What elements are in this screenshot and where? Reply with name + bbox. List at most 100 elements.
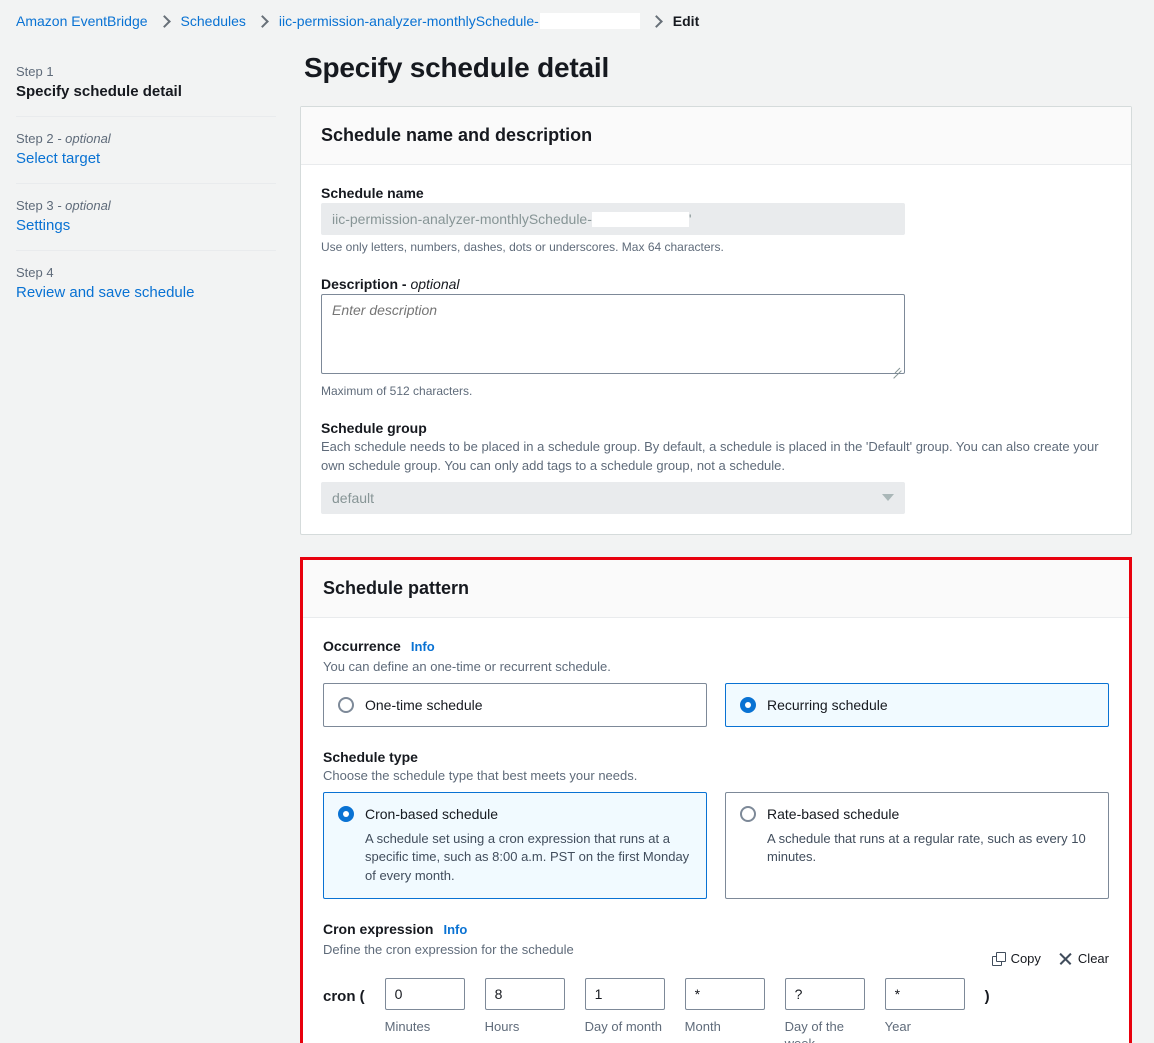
occurrence-option-one-time[interactable]: One-time schedule (323, 682, 707, 727)
page-title: Specify schedule detail (304, 52, 610, 83)
description-hint: Maximum of 512 characters. (321, 384, 473, 398)
schedule-type-label: Schedule type (323, 748, 418, 765)
sidebar-step-3-number: Step 3 - optional (16, 198, 111, 213)
cron-expression-description: Define the cron expression for the sched… (323, 942, 574, 958)
schedule-pattern-panel-title: Schedule pattern (323, 577, 470, 598)
schedule-name-value-suffix: ' (688, 211, 692, 227)
cron-field-day-of-month: Day of month (584, 977, 665, 1036)
schedule-group-description: Each schedule needs to be placed in a sc… (321, 439, 1099, 473)
description-input[interactable] (321, 294, 905, 374)
cron-input-hours[interactable] (484, 977, 565, 1010)
occurrence-option-recurring-label: Recurring schedule (767, 696, 888, 713)
sidebar-step-2: Step 2 - optional Select target (16, 116, 276, 183)
clear-button[interactable]: Clear (1059, 951, 1109, 966)
breadcrumb-separator-icon (157, 14, 171, 29)
cron-expression-info-link[interactable]: Info (443, 922, 467, 937)
cron-field-year: Year (884, 977, 965, 1036)
schedule-type-option-rate[interactable]: Rate-based schedule A schedule that runs… (725, 791, 1109, 900)
schedule-name-panel: Schedule name and description Schedule n… (300, 106, 1132, 535)
radio-selected-icon (338, 805, 354, 822)
copy-button-label: Copy (1010, 950, 1041, 966)
redacted-region (591, 211, 689, 227)
copy-button[interactable]: Copy (991, 950, 1041, 966)
schedule-name-hint: Use only letters, numbers, dashes, dots … (321, 240, 724, 254)
schedule-type-description: Choose the schedule type that best meets… (323, 767, 638, 783)
cron-field-hours: Hours (484, 977, 565, 1036)
schedule-type-field: Schedule type Choose the schedule type t… (323, 748, 1109, 900)
cron-input-day-of-month[interactable] (584, 977, 665, 1010)
cron-input-year[interactable] (884, 977, 965, 1010)
sidebar-step-1-title: Specify schedule detail (16, 83, 182, 100)
sidebar-step-1: Step 1 Specify schedule detail (16, 50, 276, 116)
sidebar-step-1-number: Step 1 (16, 64, 54, 79)
clear-button-label: Clear (1077, 950, 1109, 966)
close-icon (1059, 952, 1072, 965)
sidebar-step-2-number: Step 2 - optional (16, 131, 111, 146)
schedule-type-option-rate-description: A schedule that runs at a regular rate, … (767, 830, 1086, 865)
schedule-name-label: Schedule name (321, 185, 424, 201)
sidebar-step-4-number: Step 4 (16, 265, 54, 280)
main-content: Specify schedule detail Schedule name an… (300, 42, 1154, 1043)
occurrence-option-one-time-label: One-time schedule (365, 696, 483, 713)
cron-expression-row: cron ( Minutes Hours Da (323, 977, 1109, 1043)
schedule-group-value: default (332, 489, 375, 506)
cron-field-day-of-week: Day of the week (784, 977, 865, 1043)
copy-icon (991, 951, 1006, 966)
cron-caption-hours: Hours (484, 1018, 520, 1034)
cron-caption-day-of-month: Day of month (584, 1018, 662, 1034)
schedule-pattern-panel: Schedule pattern Occurrence Info You can… (303, 559, 1129, 1043)
schedule-group-field: Schedule group Each schedule needs to be… (321, 420, 1111, 514)
breadcrumb-separator-icon (256, 14, 269, 29)
cron-expression-field: Cron expression Info Define the cron exp… (323, 921, 1109, 1043)
cron-caption-day-of-week: Day of the week (784, 1018, 844, 1043)
cron-input-minutes[interactable] (384, 977, 465, 1010)
cron-prefix: cron ( (323, 987, 365, 1005)
schedule-group-select: default (321, 481, 905, 514)
radio-icon (338, 696, 354, 713)
wizard-steps-sidebar: Step 1 Specify schedule detail Step 2 - … (0, 42, 300, 317)
cron-caption-month: Month (684, 1018, 721, 1034)
schedule-name-field: Schedule name iic-permission-analyzer-mo… (321, 185, 1111, 254)
occurrence-field: Occurrence Info You can define an one-ti… (323, 638, 1109, 727)
cron-input-day-of-week[interactable] (784, 977, 865, 1010)
schedule-pattern-panel-body: Occurrence Info You can define an one-ti… (303, 618, 1129, 1043)
schedule-type-option-cron-description: A schedule set using a cron expression t… (365, 830, 690, 884)
cron-field-minutes: Minutes (384, 977, 465, 1036)
breadcrumb-item-edit: Edit (672, 13, 700, 29)
breadcrumb-item-eventbridge[interactable]: Amazon EventBridge (16, 13, 148, 29)
schedule-group-label: Schedule group (321, 420, 427, 436)
schedule-type-option-cron[interactable]: Cron-based schedule A schedule set using… (323, 791, 707, 900)
breadcrumb-item-schedules[interactable]: Schedules (181, 13, 246, 29)
schedule-type-option-cron-label: Cron-based schedule (365, 805, 499, 822)
radio-icon (740, 805, 756, 822)
sidebar-step-4: Step 4 Review and save schedule (16, 250, 276, 317)
occurrence-info-link[interactable]: Info (411, 639, 435, 654)
schedule-pattern-highlight: Schedule pattern Occurrence Info You can… (300, 556, 1132, 1043)
sidebar-step-4-title[interactable]: Review and save schedule (16, 284, 276, 301)
occurrence-description: You can define an one-time or recurrent … (323, 658, 611, 674)
cron-input-month[interactable] (684, 977, 765, 1010)
redacted-region (539, 13, 640, 29)
schedule-name-panel-title: Schedule name and description (321, 125, 593, 145)
occurrence-option-recurring[interactable]: Recurring schedule (725, 682, 1109, 727)
occurrence-label: Occurrence (323, 637, 401, 654)
schedule-name-panel-body: Schedule name iic-permission-analyzer-mo… (301, 165, 1131, 534)
schedule-name-input: iic-permission-analyzer-monthlySchedule-… (321, 203, 905, 235)
description-label: Description - optional (321, 276, 460, 292)
breadcrumb-item-schedule-name[interactable]: iic-permission-analyzer-monthlySchedule- (279, 13, 539, 29)
chevron-down-icon (882, 494, 894, 502)
cron-caption-year: Year (884, 1018, 911, 1034)
sidebar-step-3: Step 3 - optional Settings (16, 183, 276, 250)
cron-field-month: Month (684, 977, 765, 1036)
cron-suffix: ) (984, 987, 990, 1005)
sidebar-step-2-title[interactable]: Select target (16, 150, 276, 167)
schedule-type-option-rate-label: Rate-based schedule (767, 805, 900, 822)
schedule-name-value: iic-permission-analyzer-monthlySchedule- (332, 211, 592, 227)
description-field: Description - optional Maximum of 512 ch… (321, 276, 1111, 398)
cron-caption-minutes: Minutes (384, 1018, 431, 1034)
sidebar-step-3-title[interactable]: Settings (16, 217, 276, 234)
radio-selected-icon (740, 696, 756, 713)
schedule-pattern-panel-header: Schedule pattern (303, 559, 1129, 618)
breadcrumb: Amazon EventBridge Schedules iic-permiss… (0, 0, 1154, 42)
schedule-name-panel-header: Schedule name and description (301, 107, 1131, 165)
